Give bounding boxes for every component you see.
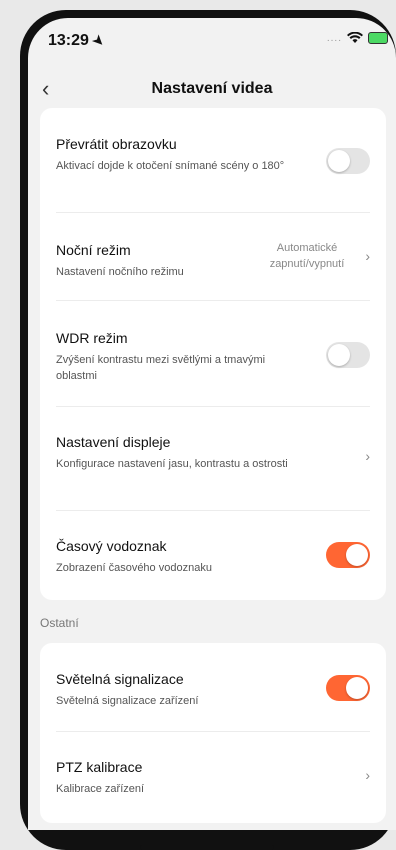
status-bar: 13:29➤ .... xyxy=(28,18,396,66)
setting-title: PTZ kalibrace xyxy=(56,759,143,775)
section-label-other: Ostatní xyxy=(40,616,79,630)
wifi-icon xyxy=(347,32,363,43)
video-settings-card: Převrátit obrazovku Aktivací dojde k oto… xyxy=(40,108,386,600)
other-settings-card: Světelná signalizace Světelná signalizac… xyxy=(40,643,386,823)
setting-title: Převrátit obrazovku xyxy=(56,136,177,152)
setting-row-ptz-calibration[interactable]: PTZ kalibrace Kalibrace zařízení › xyxy=(56,759,370,797)
setting-title: Časový vodoznak xyxy=(56,538,167,554)
signal-dots: .... xyxy=(326,32,342,44)
home-indicator xyxy=(140,845,274,850)
flip-screen-toggle[interactable] xyxy=(326,148,370,174)
system-icons: .... xyxy=(327,32,388,44)
divider xyxy=(56,300,370,301)
light-signal-toggle[interactable] xyxy=(326,675,370,701)
setting-subtitle: Nastavení nočního režimu xyxy=(56,266,184,278)
divider xyxy=(56,406,370,407)
setting-title: WDR režim xyxy=(56,330,128,346)
night-mode-value: Automatické zapnutí/vypnutí xyxy=(269,242,345,270)
setting-subtitle: Konfigurace nastavení jasu, kontrastu a … xyxy=(56,458,288,470)
setting-row-night-mode[interactable]: Noční režim Nastavení nočního režimu Aut… xyxy=(56,242,370,280)
wdr-toggle[interactable] xyxy=(326,342,370,368)
setting-row-wdr[interactable]: WDR režim Zvýšení kontrastu mezi světlým… xyxy=(56,330,370,384)
chevron-right-icon: › xyxy=(365,767,370,783)
toggle-knob xyxy=(328,344,350,366)
setting-row-flip-screen[interactable]: Převrátit obrazovku Aktivací dojde k oto… xyxy=(56,136,370,174)
divider xyxy=(56,510,370,511)
status-time: 13:29➤ xyxy=(48,31,108,50)
page-title: Nastavení videa xyxy=(151,80,273,97)
chevron-right-icon: › xyxy=(365,248,370,264)
setting-subtitle: Aktivací dojde k otočení snímané scény o… xyxy=(56,160,285,172)
setting-subtitle: Kalibrace zařízení xyxy=(56,783,145,795)
setting-row-light-signal[interactable]: Světelná signalizace Světelná signalizac… xyxy=(56,671,370,709)
setting-subtitle: Zvýšení kontrastu mezi světlými a tmavým… xyxy=(56,354,266,382)
setting-row-timestamp[interactable]: Časový vodoznak Zobrazení časového vodoz… xyxy=(56,538,370,576)
timestamp-toggle[interactable] xyxy=(326,542,370,568)
setting-row-display[interactable]: Nastavení displeje Konfigurace nastavení… xyxy=(56,434,370,472)
setting-subtitle: Světelná signalizace zařízení xyxy=(56,695,199,707)
location-arrow-icon: ➤ xyxy=(89,31,108,50)
toggle-knob xyxy=(346,544,368,566)
setting-subtitle: Zobrazení časového vodoznaku xyxy=(56,562,212,574)
battery-icon xyxy=(368,32,388,44)
chevron-right-icon: › xyxy=(365,448,370,464)
time-label: 13:29 xyxy=(48,32,89,49)
setting-title: Nastavení displeje xyxy=(56,434,171,450)
toggle-knob xyxy=(328,150,350,172)
toggle-knob xyxy=(346,677,368,699)
divider xyxy=(56,731,370,732)
phone-frame: 13:29➤ .... ‹ Nastavení videa Převrátit … xyxy=(20,10,396,850)
divider xyxy=(56,212,370,213)
setting-title: Světelná signalizace xyxy=(56,671,184,687)
screen: 13:29➤ .... ‹ Nastavení videa Převrátit … xyxy=(28,18,396,830)
